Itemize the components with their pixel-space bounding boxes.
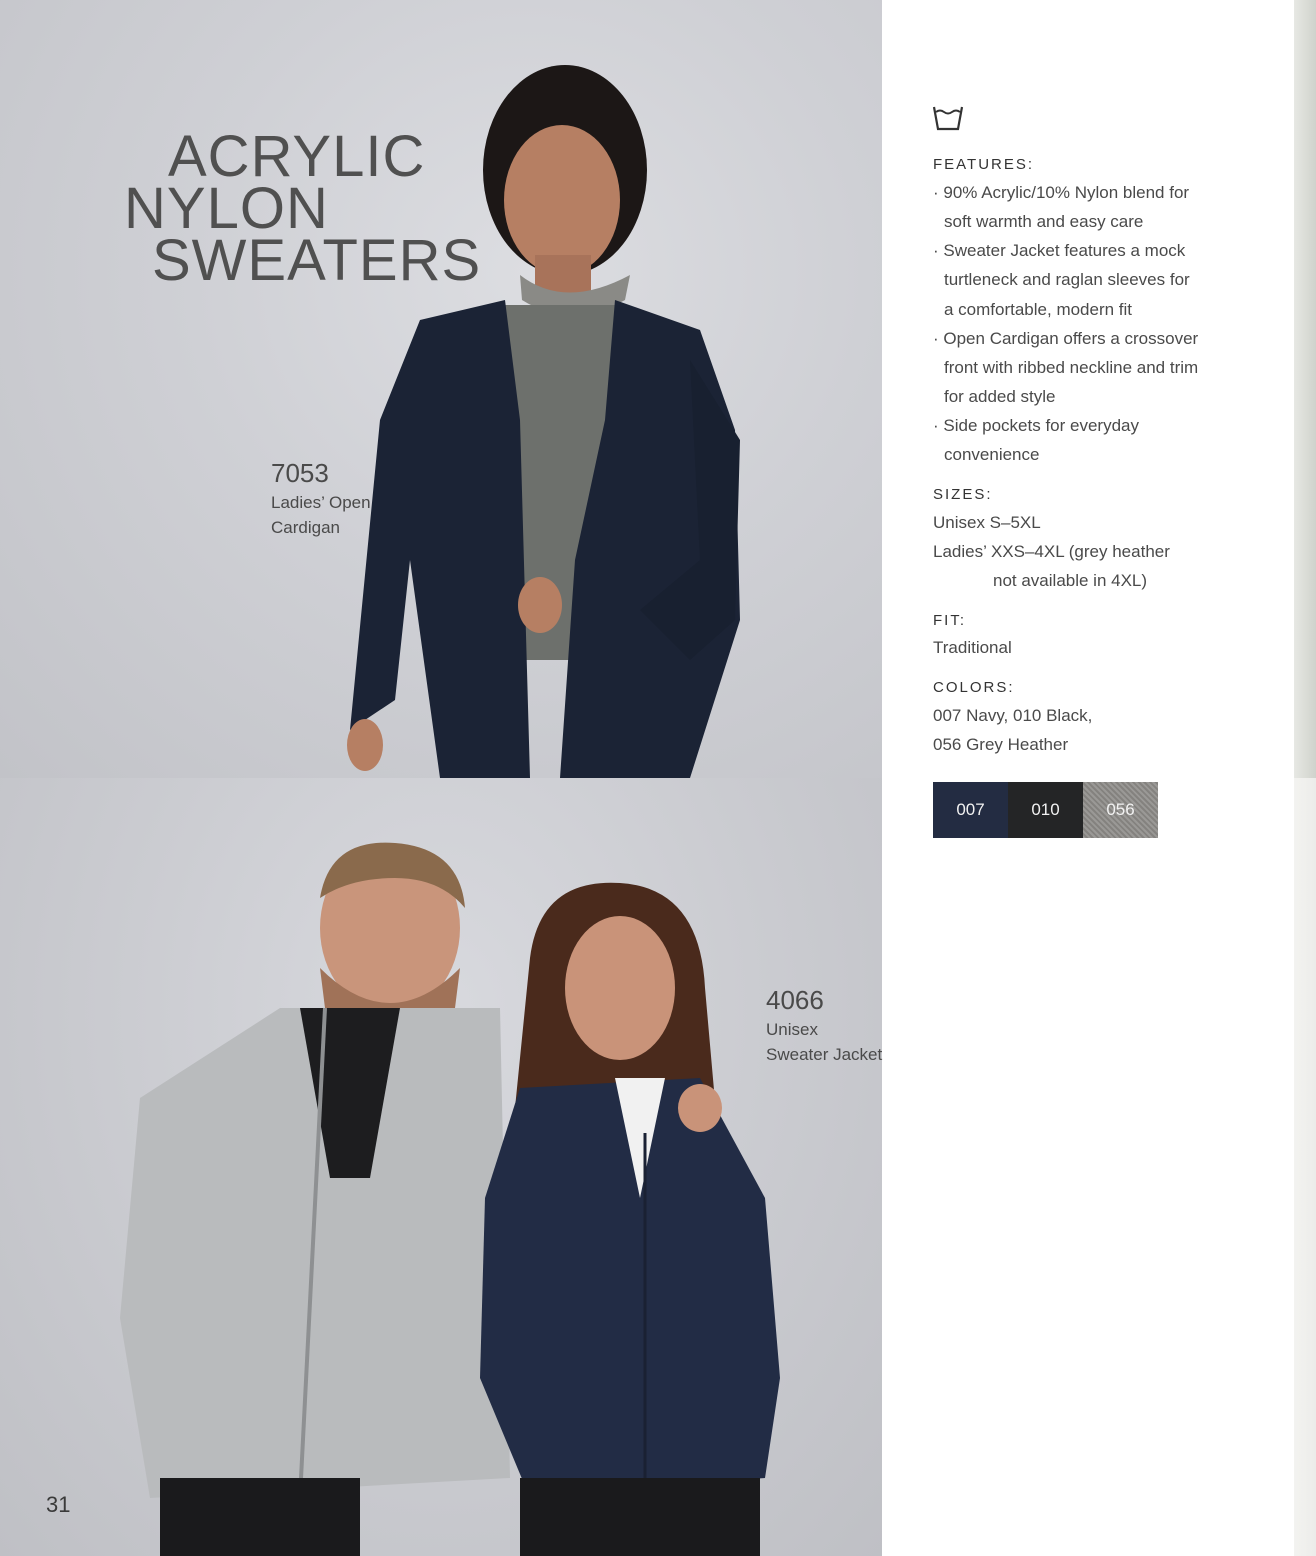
page-number: 31 — [46, 1492, 71, 1517]
swatch-code: 056 — [1106, 800, 1135, 819]
feature-line: front with ribbed neckline and trim — [944, 358, 1199, 377]
feature-line: · Open Cardigan offers a crossover — [933, 329, 1199, 348]
product-name-line-2: Sweater Jacket — [766, 1045, 883, 1064]
feature-line: for added style — [944, 387, 1056, 406]
fit-value: Traditional — [933, 638, 1012, 657]
sizes-heading: SIZES: — [933, 486, 993, 503]
product-name-line-1: Unisex — [766, 1020, 818, 1039]
feature-line: · 90% Acrylic/10% Nylon blend for — [933, 183, 1190, 202]
product-name-line-1: Ladies’ Open — [271, 493, 371, 512]
color-swatch-navy: 007 — [933, 782, 1008, 838]
feature-line: turtleneck and raglan sleeves for — [944, 270, 1190, 289]
wash-basin-icon — [932, 106, 964, 131]
color-swatch-black: 010 — [1008, 782, 1083, 838]
sizes-line: Ladies’ XXS–4XL (grey heather — [933, 542, 1170, 561]
product-photo-cardigan — [0, 0, 882, 778]
swatch-code: 010 — [1031, 800, 1060, 819]
feature-line: convenience — [944, 445, 1040, 464]
product-number-7053: 7053 — [271, 458, 329, 488]
colors-line: 007 Navy, 010 Black, — [933, 706, 1093, 725]
product-photo-sweater-jacket — [0, 778, 882, 1556]
models-illustration-sweater-jacket — [120, 842, 780, 1556]
page-edge-shadow-lower — [1294, 778, 1316, 1556]
feature-line: · Sweater Jacket features a mock — [933, 241, 1186, 260]
color-swatch-grey-heather: 056 — [1083, 782, 1158, 838]
product-name-line-2: Cardigan — [271, 518, 340, 537]
swatch-code: 007 — [956, 800, 985, 819]
sizes-line: not available in 4XL) — [993, 571, 1148, 590]
colors-line: 056 Grey Heather — [933, 735, 1069, 754]
feature-line: · Side pockets for everyday — [933, 416, 1139, 435]
product-number-4066: 4066 — [766, 985, 824, 1015]
fit-heading: FIT: — [933, 612, 966, 629]
sizes-line: Unisex S–5XL — [933, 513, 1041, 532]
model-illustration-cardigan — [347, 65, 740, 778]
colors-heading: COLORS: — [933, 679, 1015, 696]
page-title-line-3: SWEATERS — [152, 228, 482, 293]
feature-line: a comfortable, modern fit — [944, 300, 1133, 319]
feature-line: soft warmth and easy care — [944, 212, 1144, 231]
features-heading: FEATURES: — [933, 156, 1035, 173]
